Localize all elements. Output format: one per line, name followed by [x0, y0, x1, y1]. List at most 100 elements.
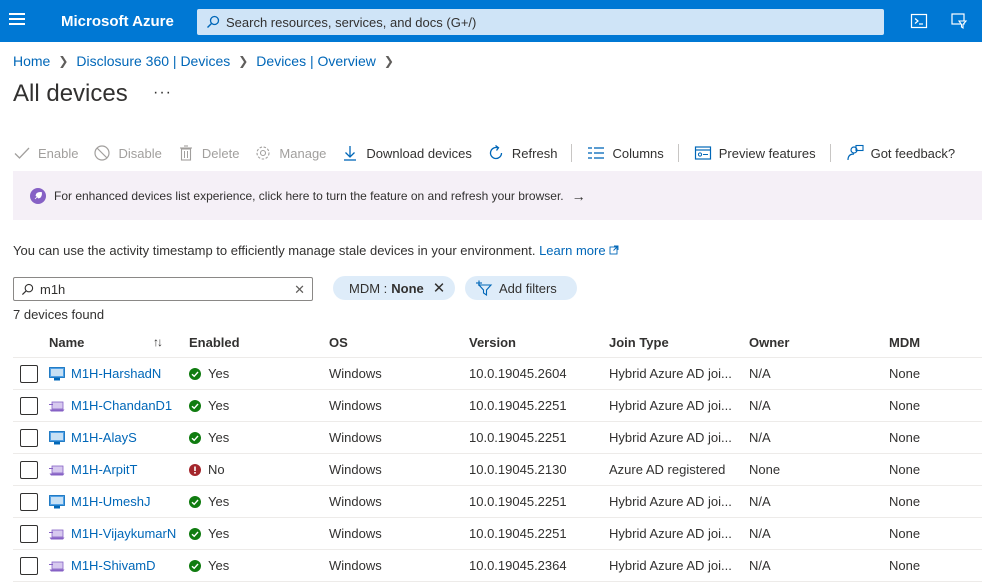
mdm-cell: None [889, 430, 921, 445]
device-name-cell: M1H-UmeshJ [49, 494, 150, 509]
device-name-link[interactable]: M1H-VijaykumarN [71, 526, 176, 541]
table-row[interactable]: M1H-ShivamD Yes Windows 10.0.19045.2364 Hybr… [13, 550, 982, 582]
device-name-link[interactable]: M1H-AlayS [71, 430, 137, 445]
manage-button[interactable]: Manage [254, 144, 326, 162]
chevron-right-icon: ❯ [238, 54, 249, 68]
mdm-filter-value: None [391, 280, 424, 296]
row-checkbox-cell [20, 460, 38, 479]
row-checkbox[interactable] [20, 556, 38, 575]
download-label: Download devices [366, 145, 472, 161]
learn-more-link[interactable]: Learn more [539, 243, 619, 258]
banner-text[interactable]: For enhanced devices list experience, cl… [54, 189, 564, 203]
feedback-button[interactable]: Got feedback? [846, 144, 955, 162]
row-checkbox[interactable] [20, 524, 38, 543]
device-search-input[interactable] [40, 281, 290, 297]
add-filter-icon [476, 280, 493, 296]
mdm-cell: None [889, 494, 921, 509]
enabled-cell: Yes [189, 558, 229, 573]
laptop-icon [49, 399, 65, 413]
more-options-button[interactable]: ··· [153, 84, 172, 102]
columns-button[interactable]: Columns [587, 144, 664, 162]
row-checkbox-cell [20, 524, 38, 543]
enabled-cell: No [189, 462, 225, 477]
column-header-join-type[interactable]: Join Type [609, 335, 669, 350]
table-row[interactable]: M1H-VijaykumarN Yes Windows 10.0.19045.2251… [13, 518, 982, 550]
column-header-os[interactable]: OS [329, 335, 348, 350]
toolbar-divider [677, 144, 679, 162]
gear-icon [256, 146, 270, 160]
block-icon [94, 145, 111, 161]
brand-title[interactable]: Microsoft Azure [61, 13, 174, 30]
command-bar: Enable Disable Delete Manage Download de… [13, 139, 970, 167]
row-checkbox[interactable] [20, 396, 38, 415]
external-link-icon [609, 245, 619, 255]
mdm-cell: None [889, 398, 921, 413]
toolbar-divider [829, 144, 831, 162]
download-devices-button[interactable]: Download devices [341, 144, 472, 162]
columns-label: Columns [612, 145, 664, 161]
row-checkbox-cell [20, 556, 38, 575]
row-checkbox[interactable] [20, 492, 38, 511]
breadcrumb-disclosure-devices[interactable]: Disclosure 360 | Devices [76, 53, 230, 69]
device-name-link[interactable]: M1H-UmeshJ [71, 494, 150, 509]
disable-label: Disable [118, 145, 162, 161]
enable-label: Enable [38, 145, 79, 161]
row-checkbox[interactable] [20, 460, 38, 479]
version-cell: 10.0.19045.2364 [469, 558, 567, 573]
table-row[interactable]: M1H-UmeshJ Yes Windows 10.0.19045.2251 Hybri… [13, 486, 982, 518]
device-search-box[interactable]: ✕ [13, 277, 313, 301]
global-search[interactable] [197, 9, 884, 35]
page-title: All devices [13, 80, 128, 107]
owner-cell: N/A [749, 366, 771, 381]
device-name-cell: M1H-VijaykumarN [49, 526, 176, 541]
version-cell: 10.0.19045.2251 [469, 398, 567, 413]
row-checkbox[interactable] [20, 428, 38, 447]
breadcrumb-home[interactable]: Home [13, 53, 50, 69]
device-name-link[interactable]: M1H-ShivamD [71, 558, 156, 573]
version-cell: 10.0.19045.2251 [469, 494, 567, 509]
device-name-link[interactable]: M1H-ArpitT [71, 462, 137, 477]
clear-search-icon[interactable]: ✕ [294, 282, 305, 298]
check-circle-icon [189, 399, 201, 412]
delete-button[interactable]: Delete [177, 144, 239, 162]
table-row[interactable]: M1H-ChandanD1 Yes Windows 10.0.19045.2251 Hy… [13, 390, 982, 422]
sort-icon[interactable]: ↑↓ [153, 335, 163, 349]
remove-filter-icon[interactable]: ✕ [433, 279, 446, 297]
table-row[interactable]: M1H-HarshadN Yes Windows 10.0.19045.2604 Hyb… [13, 358, 982, 390]
global-search-input[interactable] [226, 14, 866, 30]
check-circle-icon [189, 367, 201, 380]
enhanced-list-banner[interactable]: For enhanced devices list experience, cl… [13, 171, 982, 220]
column-header-enabled[interactable]: Enabled [189, 335, 240, 350]
desktop-icon [49, 430, 65, 445]
enabled-cell: Yes [189, 398, 229, 413]
owner-cell: N/A [749, 526, 771, 541]
device-name-link[interactable]: M1H-HarshadN [71, 366, 161, 381]
add-filters-button[interactable]: Add filters [465, 276, 577, 300]
device-name-link[interactable]: M1H-ChandanD1 [71, 398, 172, 413]
laptop-icon [49, 559, 65, 573]
breadcrumb-devices-overview[interactable]: Devices | Overview [256, 53, 376, 69]
arrow-right-icon[interactable]: → [572, 188, 586, 204]
column-header-version[interactable]: Version [469, 335, 516, 350]
row-checkbox[interactable] [20, 364, 38, 383]
cloud-shell-icon[interactable] [910, 12, 928, 30]
enabled-value: Yes [208, 430, 230, 445]
os-cell: Windows [329, 494, 382, 509]
enable-button[interactable]: Enable [13, 144, 78, 162]
owner-cell: N/A [749, 558, 771, 573]
disable-button[interactable]: Disable [93, 144, 162, 162]
column-header-mdm[interactable]: MDM [889, 335, 920, 350]
row-checkbox-cell [20, 396, 38, 415]
refresh-button[interactable]: Refresh [487, 144, 557, 162]
preview-features-button[interactable]: Preview features [694, 144, 816, 162]
mdm-filter-pill[interactable]: MDM : None ✕ [333, 276, 455, 300]
column-header-owner[interactable]: Owner [749, 335, 789, 350]
column-header-name[interactable]: Name [49, 335, 84, 350]
enabled-value: No [208, 462, 225, 477]
directory-filter-icon[interactable] [950, 12, 968, 30]
table-row[interactable]: M1H-AlayS Yes Windows 10.0.19045.2251 Hybrid… [13, 422, 982, 454]
enabled-value: Yes [208, 526, 230, 541]
enabled-cell: Yes [189, 494, 229, 509]
table-row[interactable]: M1H-ArpitT No Windows 10.0.19045.2130 Azure … [13, 454, 982, 486]
menu-icon[interactable] [9, 13, 25, 27]
